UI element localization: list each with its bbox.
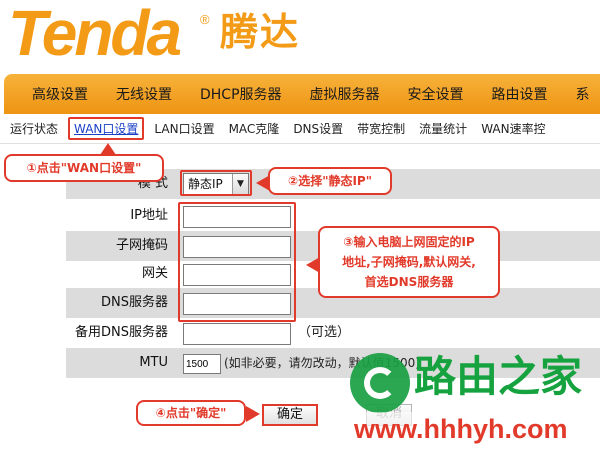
callout-step-3-line-3: 首选DNS服务器 [364,275,454,289]
sub-nav-item-traffic[interactable]: 流量统计 [412,120,474,137]
callout-4-arrow [246,406,260,422]
sub-nav-item-status[interactable]: 运行状态 [0,120,65,137]
callout-step-4: ④点击"确定" [136,400,246,426]
tenda-logo: Tenda [8,0,182,69]
sub-nav-item-wan-rate[interactable]: WAN速率控 [474,120,552,137]
callout-step-3-line-1: ③输入电脑上网固定的IP [343,235,475,249]
watermark-cn: 路由之家 [414,352,583,401]
main-nav-item-advanced[interactable]: 高级设置 [4,84,102,104]
callout-step-3: ③输入电脑上网固定的IP 地址,子网掩码,默认网关, 首选DNS服务器 [318,226,500,298]
sub-nav-item-mac-clone[interactable]: MAC克隆 [222,120,287,137]
gateway-label: 网关 [141,266,168,281]
callout-step-2: ②选择"静态IP" [268,167,392,195]
sub-nav-item-bandwidth[interactable]: 带宽控制 [350,120,412,137]
sub-nav-item-dns[interactable]: DNS设置 [286,120,350,137]
sub-nav: 运行状态 WAN口设置 LAN口设置 MAC克隆 DNS设置 带宽控制 流量统计… [0,114,600,144]
registered-mark: ® [200,12,210,27]
main-nav-item-routing[interactable]: 路由设置 [478,84,562,104]
dns-label: DNS服务器 [101,295,168,310]
logo-header: Tenda ® 腾达 [0,0,600,74]
input-group-highlight [178,202,296,322]
circle-logo-inner [364,367,396,399]
sub-nav-item-wan[interactable]: WAN口设置 [68,117,145,140]
alt-dns-label: 备用DNS服务器 [75,325,168,340]
optional-note: （可选） [298,325,351,340]
mtu-label: MTU [139,355,168,370]
watermark: 路由之家 www.hhhyh.com [350,350,600,450]
main-nav-item-security[interactable]: 安全设置 [394,84,478,104]
sub-nav-item-lan[interactable]: LAN口设置 [147,120,221,137]
callout-step-3-line-2: 地址,子网掩码,默认网关, [342,255,476,269]
main-nav-item-virtual-server[interactable]: 虚拟服务器 [296,84,394,104]
ip-label: IP地址 [130,208,168,223]
alt-dns-input[interactable] [183,323,291,345]
callout-step-1: ①点击"WAN口设置" [4,154,164,182]
tenda-logo-cn: 腾达 [220,10,301,54]
main-nav-item-system[interactable]: 系 [562,84,600,104]
mode-select-highlight [180,170,252,196]
main-nav: 高级设置 无线设置 DHCP服务器 虚拟服务器 安全设置 路由设置 系 [4,74,600,114]
watermark-url: www.hhhyh.com [354,412,568,446]
ok-button[interactable]: 确定 [262,404,318,426]
mtu-input[interactable] [183,354,221,374]
circle-logo-icon [350,353,410,413]
main-nav-item-wireless[interactable]: 无线设置 [102,84,186,104]
main-nav-item-dhcp[interactable]: DHCP服务器 [186,84,296,104]
mask-label: 子网掩码 [115,238,168,253]
alt-dns-row: 备用DNS服务器 （可选） [66,318,600,348]
